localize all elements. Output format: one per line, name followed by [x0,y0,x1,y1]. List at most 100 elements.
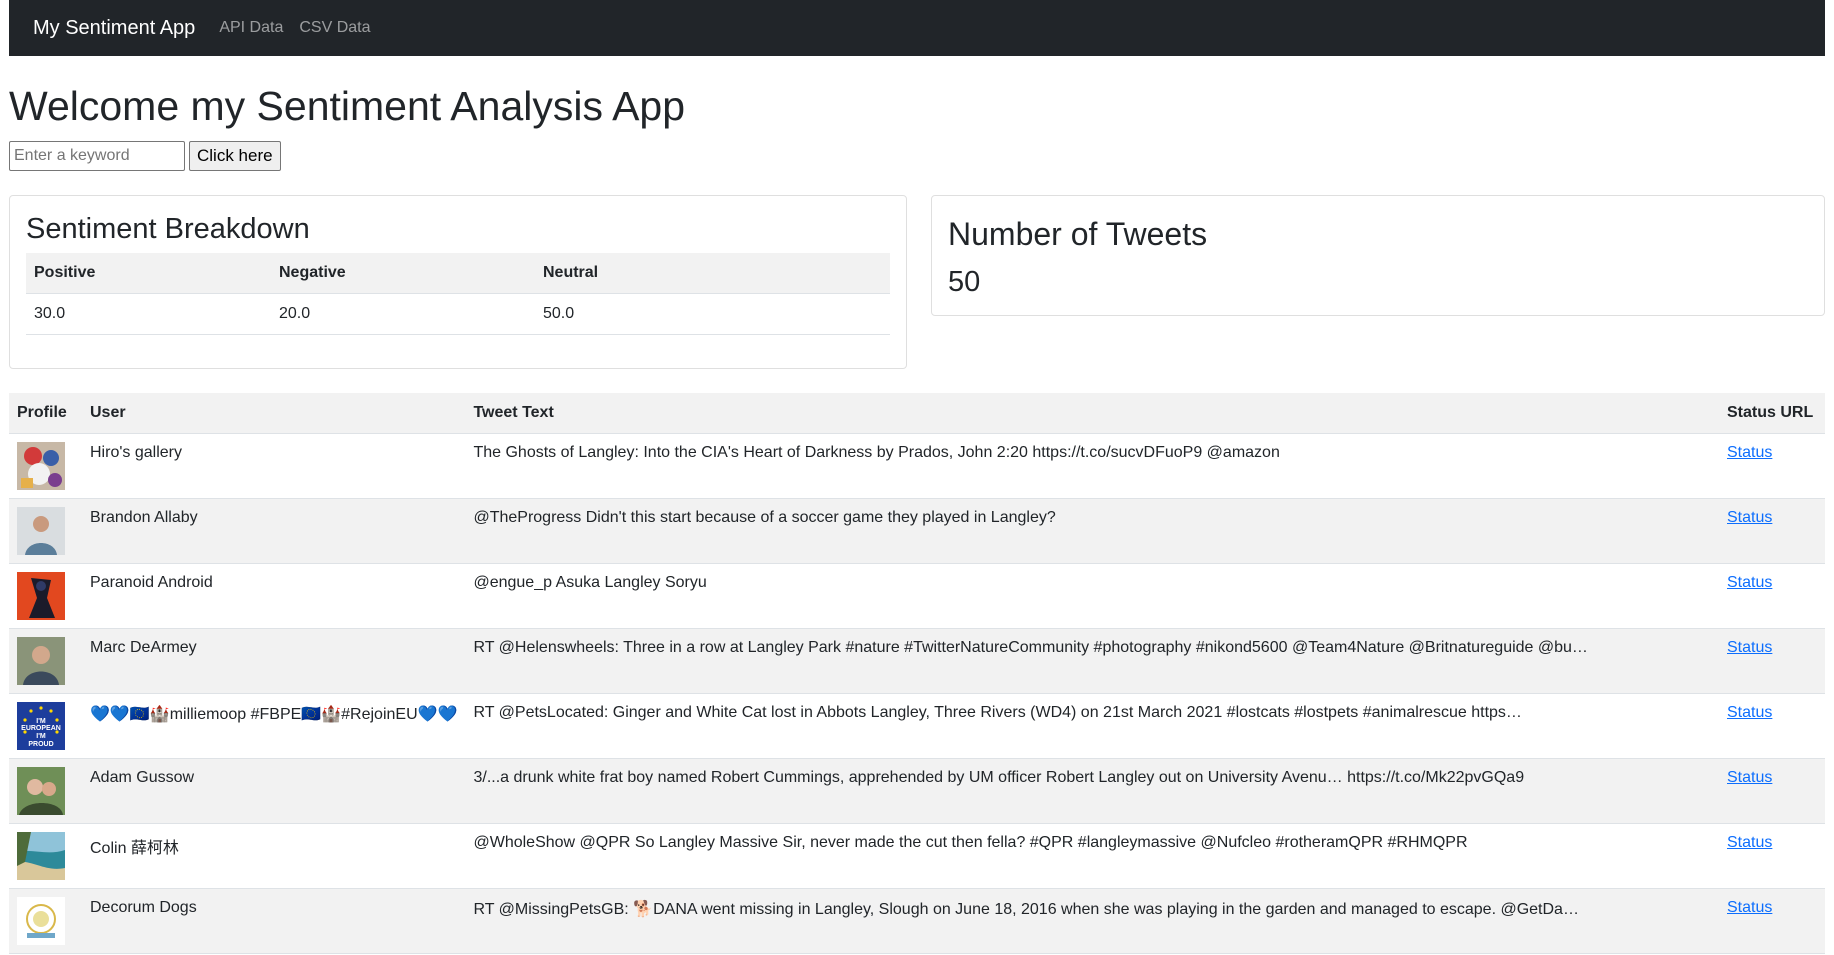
tweets-table: Profile User Tweet Text Status URL Hiro'… [9,393,1825,955]
status-cell: Status [1719,758,1825,825]
summary-cards: Sentiment Breakdown Positive Negative Ne… [9,195,1825,371]
tweets-header-row: Profile User Tweet Text Status URL [9,393,1825,435]
status-link[interactable]: Status [1727,899,1772,916]
tweet-count-card: Number of Tweets 50 [931,195,1825,317]
status-link[interactable]: Status [1727,574,1772,591]
table-row: Colin 薛柯林 @WholeShow @QPR So Langley Mas… [9,823,1825,890]
tweet-text-cell: The Ghosts of Langley: Into the CIA's He… [465,433,1719,500]
status-link[interactable]: Status [1727,769,1772,786]
profile-cell [9,563,82,630]
value-neutral: 50.0 [535,293,890,335]
tweet-text-cell: 3/...a drunk white frat boy named Robert… [465,758,1719,825]
tweet-text: The Ghosts of Langley: Into the CIA's He… [473,444,1280,462]
tweet-text-cell: RT @Helenswheels: Three in a row at Lang… [465,628,1719,695]
user-cell: Brandon Allaby [82,498,466,565]
table-row: Marc DeArmey RT @Helenswheels: Three in … [9,628,1825,695]
tweet-text: RT @Helenswheels: Three in a row at Lang… [473,639,1588,657]
page-title: Welcome my Sentiment Analysis App [9,83,686,129]
profile-cell [9,823,82,890]
user-cell: 💙💙🇪🇺🏰milliemoop #FBPE🇪🇺🏰#RejoinEU💙💙 [82,693,466,760]
status-link[interactable]: Status [1727,509,1772,526]
user-name: Adam Gussow [90,769,195,787]
profile-cell [9,628,82,695]
user-name: Decorum Dogs [90,899,197,917]
avatar-collage-icon [17,442,65,491]
profile-cell [9,758,82,825]
sentiment-table: Positive Negative Neutral 30.0 20.0 50.0 [26,252,890,335]
search-form: Click here [9,141,1825,172]
tweet-text: @TheProgress Didn't this start because o… [473,509,1056,527]
nav-link-csv-data[interactable]: CSV Data [299,19,370,37]
tweet-text-cell: @WholeShow @QPR So Langley Massive Sir, … [465,823,1719,890]
user-cell: Hiro's gallery [82,433,466,500]
tweet-text: RT @MissingPetsGB: 🐕DANA went missing in… [473,901,1579,919]
status-link[interactable]: Status [1727,444,1772,461]
status-cell: Status [1719,498,1825,565]
tweet-text: @WholeShow @QPR So Langley Massive Sir, … [473,834,1468,852]
table-row: Hiro's gallery The Ghosts of Langley: In… [9,433,1825,500]
table-row: Decorum Dogs RT @MissingPetsGB: 🐕DANA we… [9,888,1825,955]
avatar-red-figure-icon [17,572,65,621]
profile-cell [9,888,82,955]
table-row: Adam Gussow 3/...a drunk white frat boy … [9,758,1825,825]
navbar: My Sentiment App API Data CSV Data [9,0,1825,56]
status-link[interactable]: Status [1727,704,1772,721]
user-name: Marc DeArmey [90,639,197,657]
avatar-logo-icon [17,897,65,946]
avatar-beach-icon [17,832,65,881]
status-cell: Status [1719,433,1825,500]
page: My Sentiment App API Data CSV Data Welco… [9,0,1825,955]
profile-cell [9,498,82,565]
header-positive: Positive [26,252,271,294]
status-link[interactable]: Status [1727,834,1772,851]
avatar-european-icon: I'M EUROPEAN I'M PROUD [17,702,65,751]
svg-text:I'M: I'M [36,718,46,725]
header-tweet-text: Tweet Text [465,393,1719,435]
user-cell: Decorum Dogs [82,888,466,955]
header-user: User [82,393,466,435]
user-name: Brandon Allaby [90,509,198,527]
user-name: 💙💙🇪🇺🏰milliemoop #FBPE🇪🇺🏰#RejoinEU💙💙 [90,706,458,724]
avatar-person-icon [17,507,65,556]
status-cell: Status [1719,628,1825,695]
tweet-text-cell: @TheProgress Didn't this start because o… [465,498,1719,565]
profile-cell [9,433,82,500]
brand-link[interactable]: My Sentiment App [33,17,195,40]
header-profile: Profile [9,393,82,435]
tweet-text: 3/...a drunk white frat boy named Robert… [473,769,1525,787]
table-row: I'M EUROPEAN I'M PROUD 💙💙🇪🇺🏰milliemoop #… [9,693,1825,760]
user-name: Colin 薛柯林 [90,840,179,858]
table-row: Brandon Allaby @TheProgress Didn't this … [9,498,1825,565]
nav-link-api-data[interactable]: API Data [219,19,283,37]
tweet-count-value: 50 [948,265,981,298]
profile-cell: I'M EUROPEAN I'M PROUD [9,693,82,760]
status-cell: Status [1719,823,1825,890]
table-row: Paranoid Android @engue_p Asuka Langley … [9,563,1825,630]
header-negative: Negative [271,252,535,294]
sentiment-breakdown-title: Sentiment Breakdown [26,213,310,246]
tweet-text: @engue_p Asuka Langley Soryu [473,574,707,592]
keyword-input[interactable] [9,141,185,172]
user-name: Hiro's gallery [90,444,182,462]
svg-text:PROUD: PROUD [28,741,53,748]
user-cell: Paranoid Android [82,563,466,630]
search-button[interactable]: Click here [189,141,281,172]
user-cell: Adam Gussow [82,758,466,825]
sentiment-value-row: 30.0 20.0 50.0 [26,293,890,335]
tweet-count-title: Number of Tweets [948,216,1208,253]
user-cell: Marc DeArmey [82,628,466,695]
avatar-person-icon [17,637,65,686]
svg-text:I'M: I'M [36,733,46,740]
status-link[interactable]: Status [1727,639,1772,656]
value-positive: 30.0 [26,293,271,335]
tweet-text-cell: RT @MissingPetsGB: 🐕DANA went missing in… [465,888,1719,955]
svg-text:EUROPEAN: EUROPEAN [21,725,61,732]
tweet-text: RT @PetsLocated: Ginger and White Cat lo… [473,704,1522,722]
value-negative: 20.0 [271,293,535,335]
status-cell: Status [1719,888,1825,955]
tweet-text-cell: RT @PetsLocated: Ginger and White Cat lo… [465,693,1719,760]
status-cell: Status [1719,563,1825,630]
status-cell: Status [1719,693,1825,760]
user-cell: Colin 薛柯林 [82,823,466,890]
sentiment-breakdown-card: Sentiment Breakdown Positive Negative Ne… [9,195,907,370]
